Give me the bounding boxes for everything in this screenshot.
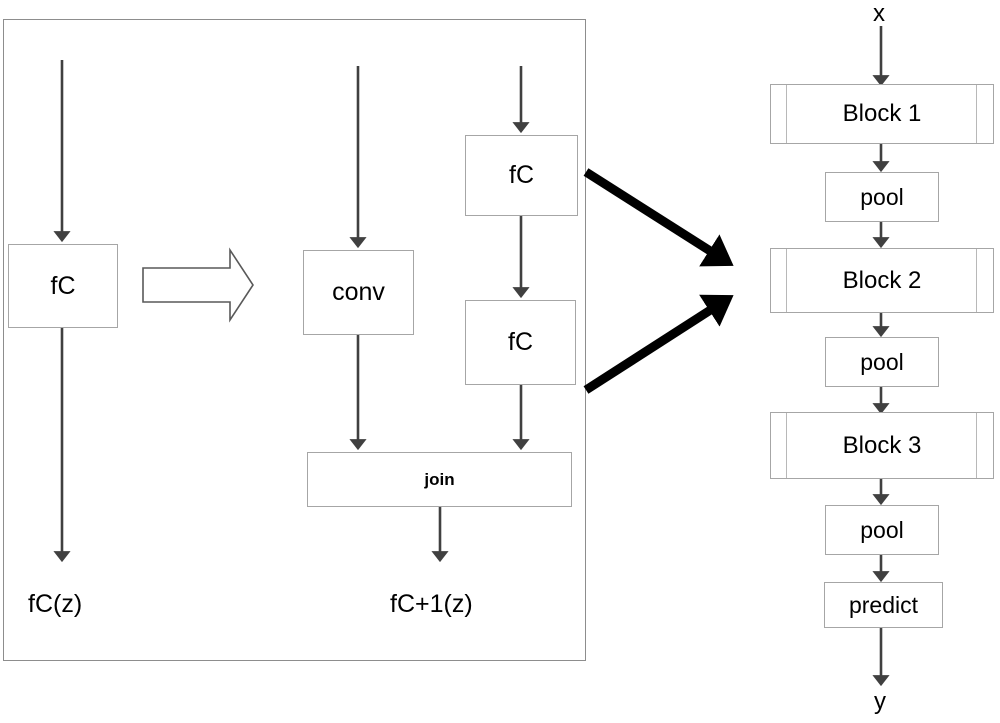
conv-label: conv: [332, 278, 385, 306]
pool-1-box[interactable]: pool: [825, 172, 939, 222]
block-2-label: Block 2: [842, 266, 922, 294]
join-box[interactable]: join: [307, 452, 572, 507]
block-1-label: Block 1: [842, 100, 922, 127]
block-3-label: Block 3: [842, 431, 922, 459]
fc-bottom-box[interactable]: fC: [465, 300, 576, 385]
pool-2-label: pool: [860, 348, 904, 375]
fc-base-box[interactable]: fC: [8, 244, 118, 328]
predict-box[interactable]: predict: [824, 582, 943, 628]
pool-1-label: pool: [860, 183, 904, 210]
pipeline-input-label: x: [873, 0, 885, 27]
pipeline-output-label: y: [874, 688, 886, 715]
predict-label: predict: [848, 591, 919, 618]
pool-3-box[interactable]: pool: [825, 505, 939, 555]
fc-base-label: fC: [50, 271, 76, 300]
thick-arrow-top: [583, 168, 734, 267]
thick-arrow-bottom: [583, 294, 734, 394]
fc-base-output-label: fC(z): [28, 590, 83, 618]
fc-top-box[interactable]: fC: [465, 135, 578, 216]
expanded-output-label: fC+1(z): [390, 590, 473, 618]
fc-bottom-label: fC: [508, 328, 533, 356]
block-arrow-right-icon: [142, 247, 254, 323]
diagram-canvas: fC fC(z) conv fC fC join fC+1(z) x Block…: [0, 0, 1000, 723]
pool-3-label: pool: [860, 516, 904, 543]
join-label: join: [424, 470, 455, 489]
fc-top-label: fC: [509, 161, 534, 189]
pool-2-box[interactable]: pool: [825, 337, 939, 387]
conv-box[interactable]: conv: [303, 250, 414, 335]
